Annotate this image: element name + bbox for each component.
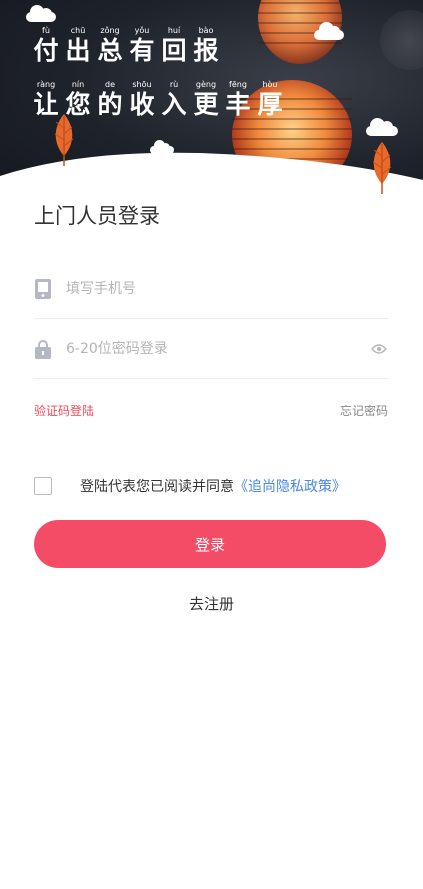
agreement-text: 登陆代表您已阅读并同意	[80, 479, 234, 495]
lock-icon	[34, 338, 52, 360]
forgot-password-link[interactable]: 忘记密码	[340, 402, 388, 419]
page-title: 上门人员登录	[34, 204, 160, 228]
hero-banner: fù chū zǒng yǒu huí bào 付出总有回报 ràng nín de shōu r…	[0, 0, 423, 200]
password-input[interactable]	[66, 334, 370, 364]
hero-wave-divider	[0, 152, 423, 200]
login-button[interactable]: 登录	[34, 520, 386, 568]
phone-field	[34, 260, 388, 319]
privacy-policy-link[interactable]: 《追尚隐私政策》	[234, 476, 346, 496]
password-field	[34, 320, 388, 379]
leaf-icon	[54, 114, 74, 166]
agreement-row: 登陆代表您已阅读并同意 《追尚隐私政策》	[34, 475, 388, 497]
leaf-icon	[372, 142, 392, 194]
agreement-checkbox[interactable]	[34, 477, 52, 495]
phone-input[interactable]	[66, 274, 388, 304]
eye-icon[interactable]	[370, 340, 388, 358]
register-link[interactable]: 去注册	[0, 593, 423, 614]
phone-icon	[34, 278, 52, 300]
sms-login-link[interactable]: 验证码登陆	[34, 402, 94, 419]
